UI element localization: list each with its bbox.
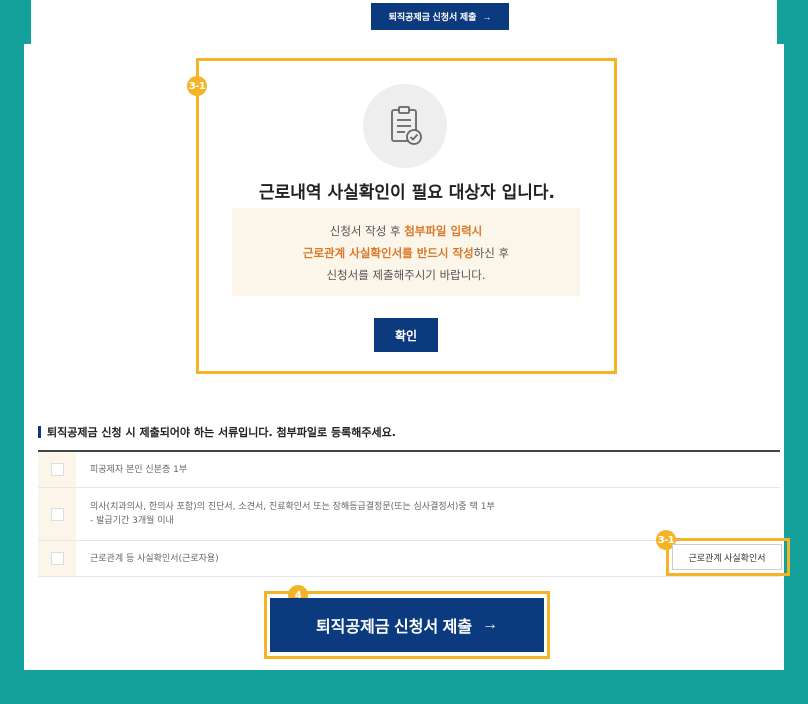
checkbox[interactable] [50, 507, 64, 521]
document-label: 의사(치과의사, 한의사 포함)의 진단서, 소견서, 진료확인서 또는 장해등… [90, 502, 495, 512]
step-badge-3-1: 3-1 [187, 76, 207, 96]
notice-highlight: 근로관계 사실확인서를 반드시 작성 [302, 246, 474, 260]
submit-application-button[interactable]: 퇴직공제금 신청서 제출 → [270, 598, 544, 652]
checkbox-cell [38, 452, 76, 487]
arrow-right-icon: → [482, 11, 492, 22]
checkbox-cell [38, 488, 76, 540]
arrow-right-icon: → [482, 616, 499, 633]
clipboard-check-icon [391, 106, 422, 145]
document-sublabel: - 발급기간 3개월 이내 [90, 516, 174, 526]
checkbox-cell [38, 541, 76, 576]
section-title-text: 퇴직공제금 신청 시 제출되어야 하는 서류입니다. 첨부파일로 등록해주세요. [47, 426, 396, 439]
document-label: 피공제자 본인 신분증 1부 [90, 464, 188, 475]
document-text: 의사(치과의사, 한의사 포함)의 진단서, 소견서, 진료확인서 또는 장해등… [76, 488, 780, 540]
confirm-button[interactable]: 확인 [374, 318, 438, 352]
submit-label: 퇴직공제금 신청서 제출 [388, 12, 477, 22]
submit-application-button-top[interactable]: 퇴직공제금 신청서 제출 → [371, 3, 509, 30]
notice-box: 신청서 작성 후 첨부파일 입력시 근로관계 사실확인서를 반드시 작성하신 후… [232, 208, 580, 296]
notice-highlight: 첨부파일 입력시 [404, 224, 483, 238]
list-item: 피공제자 본인 신분증 1부 [38, 452, 780, 488]
icon-circle [363, 84, 447, 168]
section-bar [38, 426, 41, 438]
submit-label: 퇴직공제금 신청서 제출 [315, 619, 473, 636]
notice-line-1: 신청서 작성 후 첨부파일 입력시 [232, 220, 580, 242]
document-text: 피공제자 본인 신분증 1부 [76, 452, 780, 487]
notice-line-2: 근로관계 사실확인서를 반드시 작성하신 후 [232, 242, 580, 264]
top-card: 퇴직공제금 신청서 제출 → [31, 0, 777, 44]
dialog-title: 근로내역 사실확인이 필요 대상자 입니다. [258, 183, 555, 203]
work-relation-certificate-button[interactable]: 근로관계 사실확인서 [672, 544, 782, 570]
checkbox[interactable] [50, 463, 64, 476]
section-title: 퇴직공제금 신청 시 제출되어야 하는 서류입니다. 첨부파일로 등록해주세요. [38, 424, 396, 440]
notice-line-3: 신청서를 제출해주시기 바랍니다. [326, 268, 486, 282]
notice-text: 신청서 작성 후 [329, 224, 405, 238]
notice-text: 하신 후 [473, 246, 510, 260]
checkbox[interactable] [50, 552, 64, 565]
